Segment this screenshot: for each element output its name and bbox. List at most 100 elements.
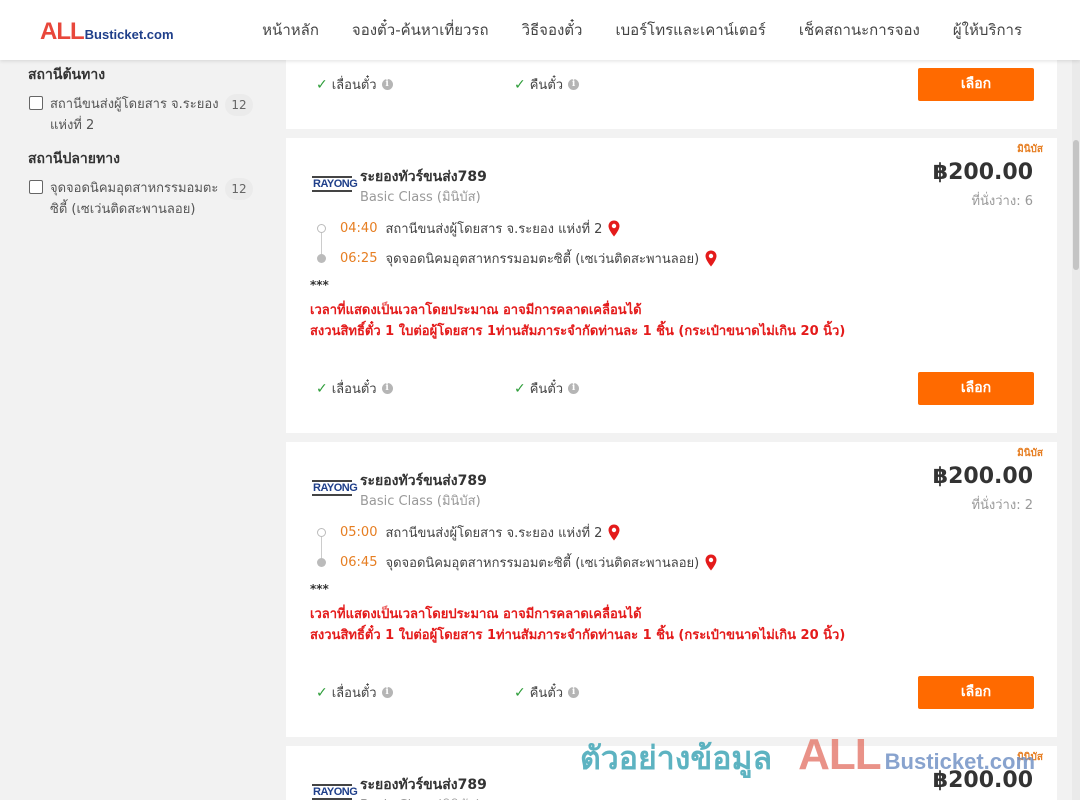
- trip-card: มินิบัส RAYONG ระยองทัวร์ขนส่ง789 Basic …: [286, 442, 1057, 737]
- note-stars: ***: [310, 278, 329, 292]
- bus-type-tag: มินิบัส: [1017, 144, 1043, 155]
- nav-operators[interactable]: ผู้ให้บริการ: [953, 18, 1022, 42]
- operator-logo-text: RAYONG: [313, 178, 358, 190]
- logo-bar: [312, 190, 352, 192]
- logo-all-text: ALL: [40, 18, 85, 45]
- arrive-dot: [317, 558, 326, 567]
- select-trip-button[interactable]: เลือก: [918, 68, 1034, 101]
- origin-filter-title: สถานีต้นทาง: [28, 67, 106, 83]
- main-nav: หน้าหลัก จองตั๋ว-ค้นหาเที่ยวรถ วิธีจองตั…: [262, 0, 1022, 60]
- check-icon: ✓: [316, 76, 328, 93]
- watermark-brand-rest: Busticket.com: [884, 749, 1036, 774]
- check-icon: ✓: [514, 684, 526, 701]
- arrive-station: จุดจอดนิคมอุตสาหกรรมอมตะซิตี้ (เซเว่นติด…: [385, 252, 700, 267]
- note-luggage: สงวนสิทธิ์ตั๋ว 1 ใบต่อผู้โดยสาร 1ท่านสัม…: [310, 628, 846, 643]
- depart-dot: [317, 224, 326, 233]
- refund-policy: ✓ คืนตั๋ว i: [514, 682, 580, 703]
- note-stars: ***: [310, 582, 329, 596]
- check-icon: ✓: [514, 76, 526, 93]
- depart-station: สถานีขนส่งผู้โดยสาร จ.ระยอง แห่งที่ 2: [385, 526, 603, 541]
- reschedule-label: เลื่อนตั๋ว: [331, 382, 377, 397]
- origin-checkbox[interactable]: [29, 96, 43, 110]
- check-icon: ✓: [316, 684, 328, 701]
- logo-rest-text: Busticket.com: [84, 27, 174, 42]
- scrollbar-thumb[interactable]: [1073, 140, 1079, 270]
- map-pin-icon[interactable]: [705, 250, 717, 267]
- operator-name: ระยองทัวร์ขนส่ง789: [360, 169, 487, 185]
- watermark-text: ตัวอย่างข้อมูล: [580, 739, 773, 777]
- refund-label: คืนตั๋ว: [529, 686, 564, 701]
- nav-how-to-book[interactable]: วิธีจองตั๋ว: [522, 18, 583, 42]
- select-trip-button[interactable]: เลือก: [918, 372, 1034, 405]
- operator-logo: RAYONG: [312, 480, 358, 496]
- arrive-station: จุดจอดนิคมอุตสาหกรรมอมตะซิตี้ (เซเว่นติด…: [385, 556, 700, 571]
- logo-bar: [312, 494, 352, 496]
- trip-card: มินิบัส RAYONG ระยองทัวร์ขนส่ง789 Basic …: [286, 138, 1057, 433]
- seats-available: ที่นั่งว่าง: 6: [971, 194, 1033, 209]
- origin-filter-label: สถานีขนส่งผู้โดยสาร จ.ระยอง แห่งที่ 2: [50, 97, 219, 133]
- depart-stop: 04:40 สถานีขนส่งผู้โดยสาร จ.ระยอง แห่งที…: [340, 218, 620, 239]
- operator-logo-text: RAYONG: [313, 786, 358, 798]
- refund-policy: ✓ คืนตั๋ว i: [514, 74, 580, 95]
- dest-count-badge: 12: [225, 178, 253, 200]
- seats-available: ที่นั่งว่าง: 2: [971, 498, 1033, 513]
- arrive-stop: 06:25 จุดจอดนิคมอุตสาหกรรมอมตะซิตี้ (เซเ…: [340, 248, 717, 269]
- depart-station: สถานีขนส่งผู้โดยสาร จ.ระยอง แห่งที่ 2: [385, 222, 603, 237]
- depart-dot: [317, 528, 326, 537]
- arrive-stop: 06:45 จุดจอดนิคมอุตสาหกรรมอมตะซิตี้ (เซเ…: [340, 552, 717, 573]
- bus-class: Basic Class (มินิบัส): [360, 190, 481, 205]
- map-pin-icon[interactable]: [705, 554, 717, 571]
- note-time-approx: เวลาที่แสดงเป็นเวลาโดยประมาณ อาจมีการคลา…: [310, 303, 642, 318]
- origin-filter-item[interactable]: สถานีขนส่งผู้โดยสาร จ.ระยอง แห่งที่ 2 12: [28, 94, 258, 136]
- site-logo[interactable]: ALL Busticket.com: [40, 18, 174, 46]
- reschedule-policy: ✓ เลื่อนตั๋ว i: [316, 682, 393, 703]
- nav-home[interactable]: หน้าหลัก: [262, 18, 319, 42]
- reschedule-policy: ✓ เลื่อนตั๋ว i: [316, 378, 393, 399]
- filter-sidebar: สถานีต้นทาง สถานีขนส่งผู้โดยสาร จ.ระยอง …: [28, 62, 258, 220]
- info-icon[interactable]: i: [381, 687, 393, 698]
- refund-label: คืนตั๋ว: [529, 78, 564, 93]
- select-trip-button[interactable]: เลือก: [918, 676, 1034, 709]
- origin-count-badge: 12: [225, 94, 253, 116]
- info-icon[interactable]: i: [381, 79, 393, 90]
- watermark-brand-all: ALL: [798, 730, 882, 779]
- check-icon: ✓: [514, 380, 526, 397]
- reschedule-label: เลื่อนตั๋ว: [331, 78, 377, 93]
- reschedule-label: เลื่อนตั๋ว: [331, 686, 377, 701]
- bus-class: Basic Class (มินิบัส): [360, 494, 481, 509]
- depart-stop: 05:00 สถานีขนส่งผู้โดยสาร จ.ระยอง แห่งที…: [340, 522, 620, 543]
- operator-name: ระยองทัวร์ขนส่ง789: [360, 777, 487, 793]
- site-header: ALL Busticket.com หน้าหลัก จองตั๋ว-ค้นหา…: [0, 0, 1080, 60]
- reschedule-policy: ✓ เลื่อนตั๋ว i: [316, 74, 393, 95]
- dest-filter-label: จุดจอดนิคมอุตสาหกรรมอมตะซิตี้ (เซเว่นติด…: [50, 181, 219, 217]
- page-scrollbar[interactable]: [1072, 60, 1080, 800]
- arrive-time: 06:25: [340, 251, 378, 266]
- ticket-price: ฿200.00: [932, 160, 1033, 185]
- nav-check-booking[interactable]: เช็คสถานะการจอง: [799, 18, 920, 42]
- map-pin-icon[interactable]: [608, 524, 620, 541]
- bus-type-tag: มินิบัส: [1017, 448, 1043, 459]
- arrive-dot: [317, 254, 326, 263]
- note-time-approx: เวลาที่แสดงเป็นเวลาโดยประมาณ อาจมีการคลา…: [310, 607, 642, 622]
- operator-logo: RAYONG: [312, 784, 358, 800]
- check-icon: ✓: [316, 380, 328, 397]
- note-luggage: สงวนสิทธิ์ตั๋ว 1 ใบต่อผู้โดยสาร 1ท่านสัม…: [310, 324, 846, 339]
- map-pin-icon[interactable]: [608, 220, 620, 237]
- ticket-price: ฿200.00: [932, 464, 1033, 489]
- nav-phone-counter[interactable]: เบอร์โทรและเคาน์เตอร์: [615, 18, 765, 42]
- depart-time: 05:00: [340, 525, 378, 540]
- refund-label: คืนตั๋ว: [529, 382, 564, 397]
- refund-policy: ✓ คืนตั๋ว i: [514, 378, 580, 399]
- info-icon[interactable]: i: [568, 79, 580, 90]
- dest-checkbox[interactable]: [29, 180, 43, 194]
- operator-logo-text: RAYONG: [313, 482, 358, 494]
- info-icon[interactable]: i: [381, 383, 393, 394]
- dest-filter-title: สถานีปลายทาง: [28, 151, 120, 167]
- operator-logo: RAYONG: [312, 176, 358, 192]
- sample-watermark: ตัวอย่างข้อมูล ALL Busticket.com: [580, 730, 1035, 784]
- nav-book-search[interactable]: จองตั๋ว-ค้นหาเที่ยวรถ: [352, 18, 489, 42]
- info-icon[interactable]: i: [568, 383, 580, 394]
- info-icon[interactable]: i: [568, 687, 580, 698]
- bus-class: Basic Class (มินิบัส): [360, 794, 481, 800]
- dest-filter-item[interactable]: จุดจอดนิคมอุตสาหกรรมอมตะซิตี้ (เซเว่นติด…: [28, 178, 258, 220]
